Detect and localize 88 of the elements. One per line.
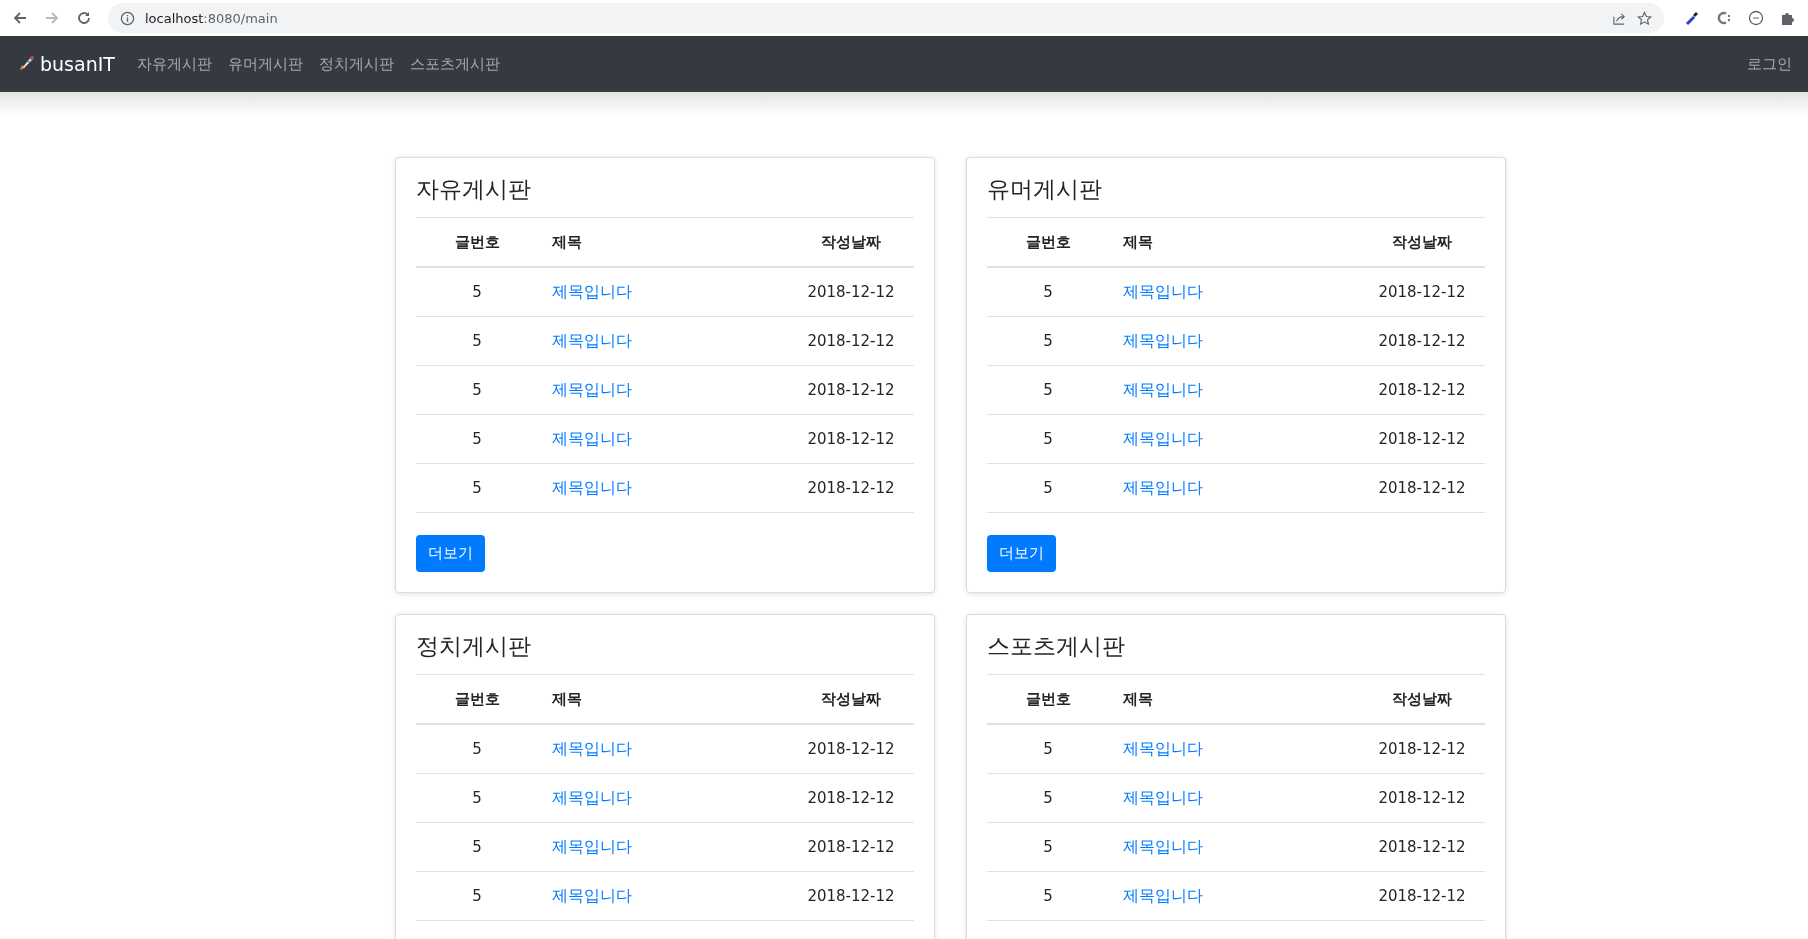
post-date: 2018-12-12 [1378, 740, 1466, 758]
post-number: 5 [1043, 479, 1053, 497]
address-bar[interactable]: localhost:8080/main [108, 3, 1664, 33]
post-date: 2018-12-12 [807, 887, 895, 905]
board-title: 유머게시판 [987, 170, 1485, 218]
post-title-link[interactable]: 제목입니다 [552, 281, 632, 301]
eyedropper-icon[interactable] [1684, 10, 1700, 26]
post-title-link[interactable]: 제목입니다 [1123, 738, 1203, 758]
post-number: 5 [472, 789, 482, 807]
brand-link[interactable]: busanIT [16, 53, 115, 75]
post-title-link[interactable]: 제목입니다 [552, 379, 632, 399]
more-button[interactable]: 더보기 [987, 535, 1056, 572]
column-header: 글번호 [1025, 232, 1071, 252]
post-title-link[interactable]: 제목입니다 [1123, 477, 1203, 497]
column-header: 작성날짜 [821, 232, 881, 252]
post-date: 2018-12-12 [1378, 283, 1466, 301]
extension-c-icon[interactable] [1716, 10, 1732, 26]
post-number: 5 [1043, 430, 1053, 448]
post-title-link[interactable]: 제목입니다 [1123, 787, 1203, 807]
puzzle-icon[interactable] [1780, 10, 1796, 26]
post-date: 2018-12-12 [807, 283, 895, 301]
column-header: 작성날짜 [821, 689, 881, 709]
post-title-link[interactable]: 제목입니다 [1123, 330, 1203, 350]
post-title-link[interactable]: 제목입니다 [552, 738, 632, 758]
extension-circle-icon[interactable] [1748, 10, 1764, 26]
post-title-link[interactable]: 제목입니다 [1123, 885, 1203, 905]
post-date: 2018-12-12 [1378, 430, 1466, 448]
reload-icon[interactable] [76, 10, 92, 26]
post-date: 2018-12-12 [1378, 381, 1466, 399]
column-header: 글번호 [1025, 689, 1071, 709]
post-title-link[interactable]: 제목입니다 [1123, 379, 1203, 399]
back-arrow-icon[interactable] [12, 10, 28, 26]
column-header: 제목 [551, 689, 582, 709]
post-number: 5 [1043, 789, 1053, 807]
post-number: 5 [472, 887, 482, 905]
post-date: 2018-12-12 [1378, 332, 1466, 350]
post-number: 5 [472, 332, 482, 350]
post-title-link[interactable]: 제목입니다 [552, 885, 632, 905]
nav-link[interactable]: 자유게시판 [136, 54, 212, 74]
post-number: 5 [1043, 838, 1053, 856]
post-date: 2018-12-12 [807, 838, 895, 856]
post-number: 5 [1043, 283, 1053, 301]
board-title: 정치게시판 [416, 627, 914, 675]
column-header: 글번호 [454, 232, 500, 252]
column-header: 작성날짜 [1392, 689, 1452, 709]
column-header: 작성날짜 [1392, 232, 1452, 252]
post-number: 5 [472, 479, 482, 497]
post-date: 2018-12-12 [807, 740, 895, 758]
post-title-link[interactable]: 제목입니다 [552, 330, 632, 350]
post-number: 5 [1043, 332, 1053, 350]
post-date: 2018-12-12 [1378, 479, 1466, 497]
post-date: 2018-12-12 [1378, 887, 1466, 905]
post-title-link[interactable]: 제목입니다 [552, 477, 632, 497]
url-text: localhost:8080/main [145, 10, 278, 26]
post-title-link[interactable]: 제목입니다 [552, 428, 632, 448]
post-title-link[interactable]: 제목입니다 [1123, 281, 1203, 301]
login-link[interactable]: 로그인 [1747, 54, 1792, 74]
star-icon[interactable] [1637, 10, 1652, 26]
post-title-link[interactable]: 제목입니다 [552, 836, 632, 856]
nav-link[interactable]: 스포츠게시판 [409, 54, 500, 74]
post-date: 2018-12-12 [1378, 789, 1466, 807]
post-number: 5 [1043, 740, 1053, 758]
board-title: 스포츠게시판 [987, 627, 1485, 675]
post-number: 5 [472, 838, 482, 856]
post-title-link[interactable]: 제목입니다 [1123, 836, 1203, 856]
post-title-link[interactable]: 제목입니다 [552, 787, 632, 807]
post-number: 5 [472, 430, 482, 448]
nav-link[interactable]: 유머게시판 [227, 54, 303, 74]
column-header: 제목 [1122, 689, 1153, 709]
post-number: 5 [472, 381, 482, 399]
more-button[interactable]: 더보기 [416, 535, 485, 572]
post-date: 2018-12-12 [807, 430, 895, 448]
column-header: 제목 [551, 232, 582, 252]
post-date: 2018-12-12 [807, 381, 895, 399]
post-date: 2018-12-12 [807, 789, 895, 807]
post-number: 5 [472, 283, 482, 301]
board-title: 자유게시판 [416, 170, 914, 218]
post-title-link[interactable]: 제목입니다 [1123, 428, 1203, 448]
post-date: 2018-12-12 [807, 332, 895, 350]
column-header: 글번호 [454, 689, 500, 709]
post-number: 5 [1043, 381, 1053, 399]
nav-link[interactable]: 정치게시판 [318, 54, 394, 74]
info-icon[interactable] [120, 10, 135, 26]
post-number: 5 [1043, 887, 1053, 905]
post-date: 2018-12-12 [1378, 838, 1466, 856]
post-date: 2018-12-12 [807, 479, 895, 497]
column-header: 제목 [1122, 232, 1153, 252]
post-number: 5 [472, 740, 482, 758]
